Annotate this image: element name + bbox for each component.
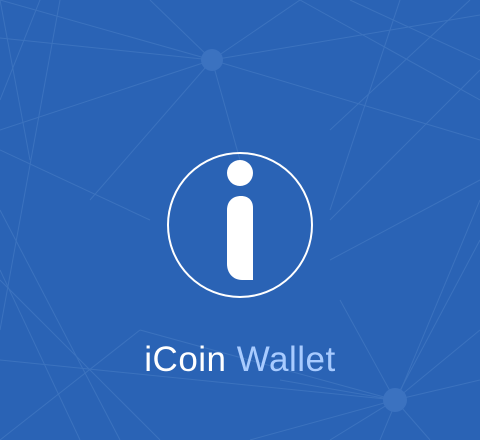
- app-name: iCoin Wallet: [0, 338, 480, 382]
- info-i-icon: [227, 160, 253, 280]
- app-name-wallet: Wallet: [236, 340, 336, 379]
- app-logo: [167, 152, 313, 298]
- app-name-icoin: iCoin: [144, 340, 227, 379]
- splash-screen: iCoin Wallet: [0, 0, 480, 440]
